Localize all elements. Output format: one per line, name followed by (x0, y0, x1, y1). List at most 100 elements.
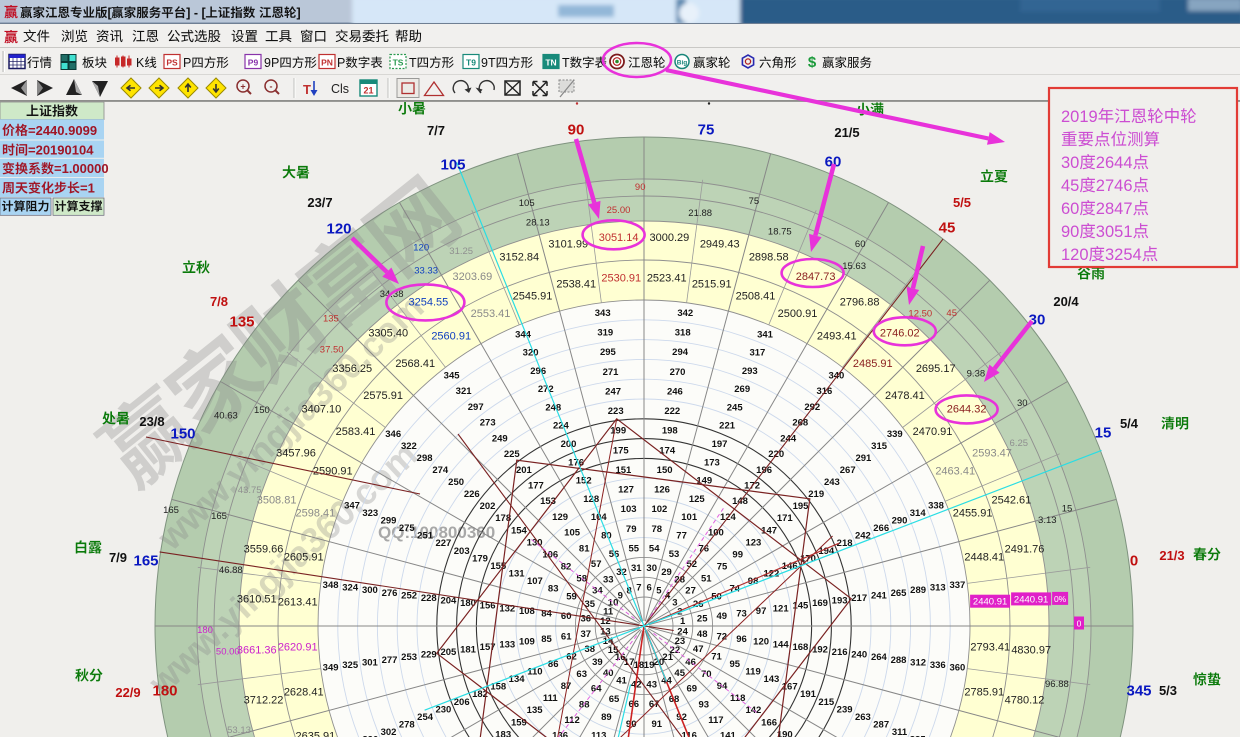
svg-text:7/9: 7/9 (109, 550, 127, 565)
svg-text:P9: P9 (248, 58, 259, 68)
svg-text:7/8: 7/8 (210, 294, 228, 309)
svg-text:180: 180 (152, 683, 177, 700)
svg-text:264: 264 (871, 652, 888, 663)
svg-text:30: 30 (1061, 154, 1079, 172)
svg-text:191: 191 (800, 689, 817, 700)
svg-text:25: 25 (697, 614, 708, 625)
svg-text:90: 90 (1061, 223, 1079, 241)
svg-text:252: 252 (401, 590, 417, 601)
svg-text:201: 201 (516, 465, 533, 476)
svg-text:22/9: 22/9 (115, 685, 140, 700)
svg-text:=1.00000: =1.00000 (54, 161, 109, 176)
svg-text:120: 120 (326, 221, 351, 238)
svg-text:2553.41: 2553.41 (471, 308, 511, 320)
svg-text:T: T (409, 56, 417, 70)
svg-text:222: 222 (664, 406, 680, 417)
svg-text:T: T (562, 56, 570, 70)
svg-text:45: 45 (939, 220, 956, 237)
svg-text:99: 99 (732, 549, 743, 560)
svg-text:89: 89 (601, 712, 612, 723)
svg-text:275: 275 (399, 523, 416, 534)
svg-text:4780.12: 4780.12 (1005, 695, 1045, 707)
svg-text:71: 71 (711, 651, 722, 662)
svg-text:23: 23 (675, 636, 686, 647)
svg-text:81: 81 (579, 543, 590, 554)
svg-text:217: 217 (851, 593, 867, 604)
svg-text:15: 15 (1062, 504, 1073, 515)
svg-text:265: 265 (891, 588, 908, 599)
svg-text:103: 103 (621, 504, 637, 515)
svg-text:=2440.9099: =2440.9099 (28, 123, 97, 138)
svg-text:5/4: 5/4 (1120, 416, 1139, 431)
svg-text:3051: 3051 (1096, 223, 1133, 241)
svg-text:=20190104: =20190104 (28, 143, 94, 158)
svg-text:150: 150 (170, 426, 195, 443)
svg-text:173: 173 (704, 457, 720, 468)
svg-text:254: 254 (417, 712, 434, 723)
svg-text:300: 300 (362, 585, 378, 596)
svg-text:317: 317 (749, 348, 765, 359)
svg-text:112: 112 (564, 715, 579, 726)
svg-text:30: 30 (646, 563, 657, 574)
svg-text:0: 0 (1077, 619, 1082, 629)
svg-text:113: 113 (591, 730, 606, 737)
svg-text:48: 48 (697, 629, 708, 640)
svg-text:78: 78 (652, 524, 663, 535)
svg-text:$: $ (808, 54, 817, 71)
svg-text:2530.91: 2530.91 (601, 273, 641, 285)
svg-text:166: 166 (761, 717, 777, 728)
svg-text:202: 202 (480, 501, 496, 512)
svg-text:31.25: 31.25 (449, 246, 473, 257)
svg-text:2455.91: 2455.91 (953, 508, 993, 520)
svg-text:93: 93 (699, 699, 710, 710)
svg-text:46.88: 46.88 (219, 565, 243, 576)
svg-text:343: 343 (595, 308, 611, 319)
svg-text:193: 193 (832, 596, 848, 607)
svg-text:-: - (270, 82, 273, 92)
svg-text:2613.41: 2613.41 (278, 596, 318, 608)
svg-text:246: 246 (667, 386, 683, 397)
svg-text:349: 349 (323, 663, 339, 674)
svg-text:339: 339 (887, 429, 903, 440)
svg-text:Cls: Cls (331, 82, 349, 96)
svg-text:77: 77 (676, 531, 687, 542)
svg-text:240: 240 (851, 650, 867, 661)
svg-text:323: 323 (362, 508, 378, 519)
svg-text:69: 69 (687, 684, 698, 695)
svg-text:134: 134 (509, 674, 526, 685)
svg-text:9P: 9P (264, 56, 279, 70)
svg-text:311: 311 (892, 727, 908, 737)
svg-text:340: 340 (828, 371, 844, 382)
svg-text:2746: 2746 (1096, 177, 1133, 195)
svg-text:229: 229 (421, 650, 437, 661)
svg-text:290: 290 (892, 516, 908, 527)
svg-text:] - [: ] - [ (186, 6, 206, 20)
svg-text:36: 36 (581, 614, 592, 625)
svg-text:55: 55 (629, 544, 640, 555)
svg-text:175: 175 (613, 445, 630, 456)
svg-text:243: 243 (824, 477, 840, 488)
svg-text:174: 174 (659, 445, 676, 456)
svg-text:30: 30 (1017, 398, 1028, 409)
svg-text:7/7: 7/7 (427, 123, 445, 138)
svg-text:53: 53 (669, 549, 680, 560)
svg-text:2508.41: 2508.41 (736, 290, 776, 302)
svg-text:221: 221 (719, 421, 736, 432)
svg-text:3610.51: 3610.51 (237, 594, 277, 606)
svg-text:37.50: 37.50 (320, 345, 344, 356)
svg-text:2470.91: 2470.91 (913, 426, 953, 438)
svg-text:T: T (303, 82, 311, 97)
svg-text:K: K (136, 56, 145, 70)
svg-text:73: 73 (736, 609, 747, 620)
svg-text:]: ] (297, 6, 301, 20)
svg-text:2583.41: 2583.41 (336, 426, 376, 438)
svg-text:0: 0 (1130, 553, 1138, 570)
svg-text:2598.41: 2598.41 (296, 508, 336, 520)
svg-text:2448.41: 2448.41 (964, 551, 1004, 563)
svg-text:28.13: 28.13 (526, 218, 550, 229)
svg-text:T9: T9 (466, 58, 476, 68)
svg-text:131: 131 (509, 569, 526, 580)
svg-text:318: 318 (675, 328, 691, 339)
svg-text:288: 288 (891, 655, 907, 666)
svg-text:142: 142 (745, 705, 761, 716)
